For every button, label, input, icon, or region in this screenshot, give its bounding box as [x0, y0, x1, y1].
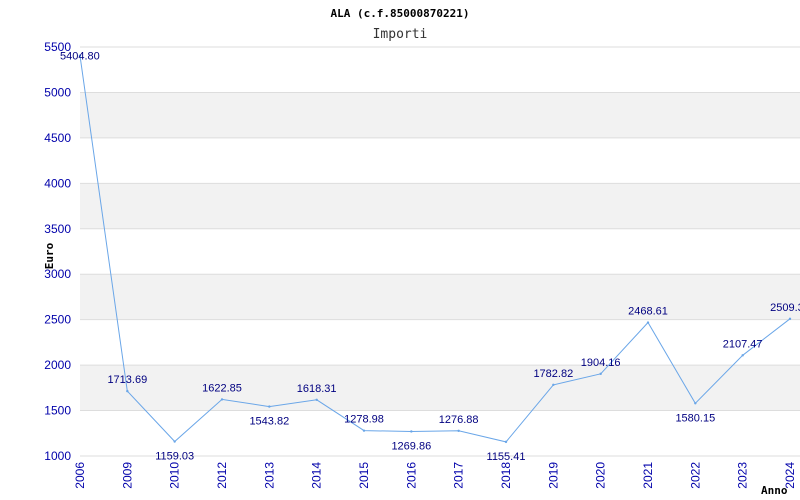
line-chart: ALA (c.f.85000870221) Importi 1000 1500 20… — [43, 7, 800, 497]
x-tick-label: 2016 — [404, 462, 418, 489]
data-point — [410, 430, 413, 433]
x-tick-label: 2010 — [168, 462, 182, 489]
chart-title: ALA (c.f.85000870221) — [330, 7, 469, 20]
x-axis-label: Anno — [761, 484, 788, 497]
y-tick-label: 2000 — [44, 358, 71, 372]
data-point — [552, 383, 555, 387]
y-tick-label: 1000 — [44, 449, 71, 463]
data-point — [126, 389, 129, 393]
data-point — [741, 354, 744, 357]
x-axis-ticks: 2006 2009 2010 2012 2013 2014 2015 2016 2017 2018… — [73, 462, 797, 489]
y-axis-label: Euro — [43, 242, 56, 269]
chart-subtitle: Importi — [373, 27, 428, 42]
y-tick-label: 4500 — [44, 131, 71, 145]
data-label: 1159.03 — [155, 451, 194, 463]
data-label: 2509.35 — [770, 302, 800, 314]
data-label: 1155.41 — [487, 451, 526, 463]
data-label: 2468.61 — [628, 306, 668, 318]
data-point — [362, 429, 366, 432]
data-label: 1904.16 — [581, 357, 621, 369]
x-tick-label: 2013 — [262, 462, 276, 489]
data-label: 5404.80 — [60, 51, 100, 63]
data-label: 1580.15 — [675, 412, 715, 424]
data-point — [646, 321, 650, 324]
x-tick-label: 2019 — [546, 462, 560, 489]
x-tick-label: 2020 — [594, 462, 608, 489]
data-point — [788, 317, 792, 321]
data-label: 1278.98 — [344, 414, 384, 426]
data-point — [315, 398, 318, 402]
grid-band — [80, 183, 800, 229]
grid-band — [80, 274, 800, 320]
x-tick-label: 2023 — [736, 462, 750, 489]
x-tick-label: 2015 — [357, 462, 371, 489]
grid-bands — [80, 92, 800, 411]
y-tick-label: 1500 — [44, 404, 71, 418]
grid-band — [80, 92, 800, 138]
data-label: 1622.85 — [202, 382, 242, 394]
x-tick-label: 2009 — [120, 462, 134, 489]
x-tick-label: 2017 — [452, 462, 466, 489]
data-label: 1713.69 — [107, 374, 147, 386]
data-point — [504, 440, 508, 444]
y-tick-label: 3500 — [44, 222, 71, 236]
x-tick-label: 2006 — [73, 462, 87, 489]
x-tick-label: 2021 — [641, 462, 655, 489]
data-label: 1269.86 — [391, 440, 431, 452]
y-tick-label: 2500 — [44, 313, 71, 327]
grid-band — [80, 365, 800, 411]
data-label: 1276.88 — [439, 414, 479, 426]
data-point — [173, 440, 176, 443]
data-point — [457, 429, 460, 433]
data-label: 1618.31 — [297, 383, 337, 395]
y-tick-label: 5000 — [44, 85, 71, 99]
data-point — [599, 372, 602, 376]
x-tick-label: 2018 — [499, 462, 513, 489]
data-label: 1782.82 — [533, 368, 573, 380]
x-tick-label: 2014 — [310, 462, 324, 489]
data-label: 1543.82 — [249, 416, 289, 428]
data-label: 2107.47 — [723, 338, 763, 350]
y-tick-label: 4000 — [44, 176, 71, 190]
x-tick-label: 2012 — [215, 462, 229, 489]
data-point — [268, 405, 271, 408]
x-tick-label: 2022 — [688, 462, 702, 489]
data-point — [220, 398, 224, 401]
data-point — [694, 402, 697, 405]
